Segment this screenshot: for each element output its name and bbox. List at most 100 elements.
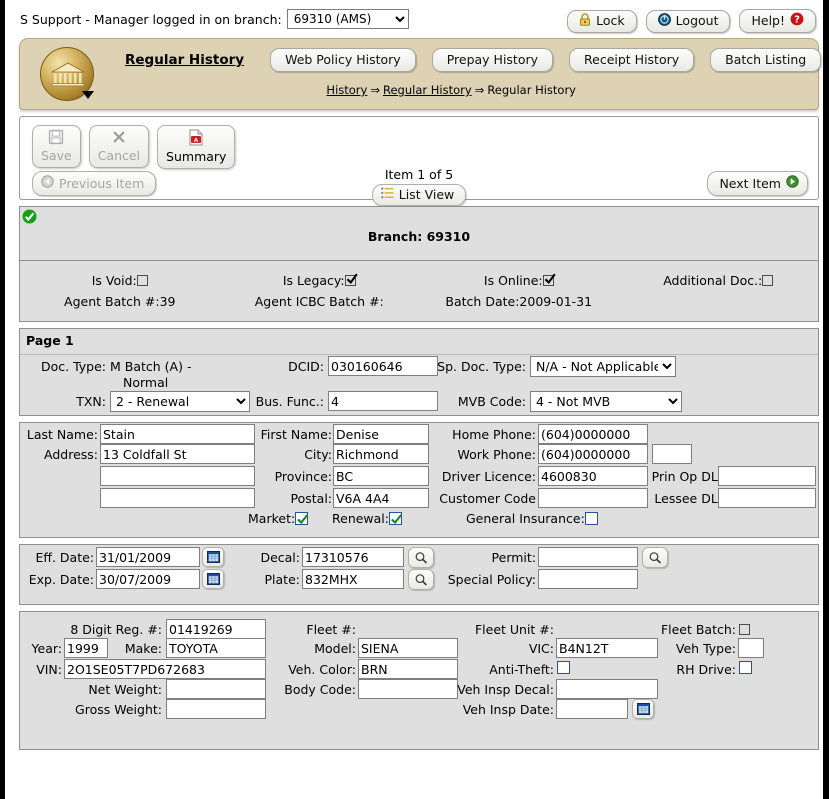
permit-search-button[interactable] <box>642 547 668 568</box>
page1-fields: Doc. Type: M Batch (A) - Normal TXN: 2 -… <box>20 355 818 415</box>
list-view-button[interactable]: List View <box>372 184 467 206</box>
special-policy-label: Special Policy: <box>430 572 536 587</box>
tab-receipt-history[interactable]: Receipt History <box>569 48 694 72</box>
veh-type-label: Veh Type: <box>634 641 736 656</box>
branch-title: Branch: 69310 <box>20 207 818 261</box>
last-name-input[interactable] <box>100 424 255 444</box>
flag-row: Is Void: Is Legacy: Is Online: Additiona… <box>20 261 818 292</box>
reg-number-label: 8 Digit Reg. #: <box>28 622 162 637</box>
permit-input[interactable] <box>538 547 638 567</box>
special-policy-input[interactable] <box>538 569 638 589</box>
item-counter-area: Item 1 of 5 List View <box>20 167 818 206</box>
year-input[interactable] <box>64 638 108 658</box>
address-line2-input[interactable] <box>100 466 255 486</box>
veh-color-input[interactable] <box>358 659 458 679</box>
make-input[interactable] <box>166 638 266 658</box>
bank-building-icon <box>51 61 85 89</box>
gross-weight-input[interactable] <box>166 699 266 719</box>
calendar-icon <box>207 551 220 563</box>
vehicle-fields: 8 Digit Reg. #: Year: Make: VIN: Net Wei… <box>20 612 818 749</box>
city-input[interactable] <box>333 444 429 464</box>
cancel-label: Cancel <box>98 148 140 163</box>
veh-insp-date-input[interactable] <box>556 699 628 719</box>
sp-doc-type-select[interactable]: N/A - Not Applicable <box>530 356 676 377</box>
is-void-checkbox[interactable] <box>137 275 148 286</box>
address-line1-input[interactable] <box>100 444 255 464</box>
tab-regular-history[interactable]: Regular History <box>115 49 254 71</box>
is-online-checkbox[interactable] <box>543 275 554 286</box>
model-input[interactable] <box>358 638 458 658</box>
driver-licence-input[interactable] <box>538 466 648 486</box>
city-label: City: <box>250 447 332 462</box>
is-legacy-field: Is Legacy: <box>220 273 420 288</box>
plate-label: Plate: <box>226 572 300 587</box>
tab-prepay-history[interactable]: Prepay History <box>432 48 553 72</box>
decal-input[interactable] <box>302 547 404 567</box>
breadcrumb-regular-history[interactable]: Regular History <box>383 83 472 97</box>
general-insurance-checkbox[interactable] <box>585 512 598 525</box>
postal-input[interactable] <box>333 488 429 508</box>
branch-select[interactable]: 69310 (AMS) <box>287 9 409 29</box>
work-phone-ext-input[interactable] <box>652 444 692 464</box>
help-button[interactable]: Help! ? <box>739 9 816 33</box>
veh-insp-decal-input[interactable] <box>556 679 658 699</box>
exp-date-calendar-button[interactable] <box>202 569 224 589</box>
save-button[interactable]: Save <box>32 125 81 168</box>
prin-op-dl-input[interactable] <box>718 466 816 486</box>
app-title: S Support - Manager logged in on branch: <box>20 12 282 27</box>
batch-row-spacer <box>619 294 819 309</box>
net-weight-label: Net Weight: <box>28 682 162 697</box>
additional-doc-checkbox[interactable] <box>762 275 773 286</box>
rh-drive-label: RH Drive: <box>634 662 736 677</box>
customer-code-input[interactable] <box>538 488 648 508</box>
net-weight-input[interactable] <box>166 679 266 699</box>
gross-weight-label: Gross Weight: <box>28 702 162 717</box>
fleet-batch-label: Fleet Batch: <box>634 622 736 637</box>
province-input[interactable] <box>333 466 429 486</box>
logout-button[interactable]: Logout <box>646 10 731 33</box>
veh-type-input[interactable] <box>738 638 764 658</box>
market-field: Market: <box>248 511 308 526</box>
customer-section: Last Name: Address: First Name: City: Pr… <box>19 422 819 538</box>
reg-number-input[interactable] <box>166 619 266 639</box>
is-online-label: Is Online: <box>484 273 543 288</box>
logo-dropdown-caret-icon[interactable] <box>82 91 94 99</box>
fleet-batch-checkbox[interactable] <box>739 624 750 635</box>
first-name-input[interactable] <box>333 424 429 444</box>
home-phone-input[interactable] <box>538 424 648 444</box>
breadcrumb-separator-2: ⇒ <box>475 83 485 97</box>
top-bar: S Support - Manager logged in on branch:… <box>10 0 828 38</box>
logo[interactable] <box>40 47 100 103</box>
status-ok-icon <box>22 209 37 224</box>
anti-theft-checkbox[interactable] <box>557 661 570 674</box>
market-checkbox[interactable] <box>295 512 308 525</box>
lock-label: Lock <box>596 13 625 28</box>
is-legacy-label: Is Legacy: <box>283 273 345 288</box>
breadcrumb-history[interactable]: History <box>326 83 367 97</box>
exp-date-input[interactable] <box>96 569 200 589</box>
eff-date-calendar-button[interactable] <box>202 547 224 567</box>
agent-batch-number: Agent Batch #:39 <box>20 294 220 309</box>
cancel-button[interactable]: Cancel <box>89 125 149 168</box>
first-name-label: First Name: <box>250 427 332 442</box>
driver-licence-label: Driver Licence: <box>430 469 536 484</box>
lock-button[interactable]: Lock <box>567 10 637 33</box>
eff-date-input[interactable] <box>96 547 200 567</box>
lessee-dl-input[interactable] <box>718 488 816 508</box>
tab-batch-listing[interactable]: Batch Listing <box>710 48 821 72</box>
veh-insp-date-calendar-button[interactable] <box>632 699 654 719</box>
vin-input[interactable] <box>64 659 266 679</box>
address-line3-input[interactable] <box>100 488 255 508</box>
policy-fields: Eff. Date: Exp. Date: Decal: <box>20 545 818 604</box>
rh-drive-checkbox[interactable] <box>739 661 752 674</box>
postal-label: Postal: <box>250 491 332 506</box>
tab-web-policy-history[interactable]: Web Policy History <box>270 48 416 72</box>
plate-input[interactable] <box>302 569 404 589</box>
work-phone-input[interactable] <box>538 444 648 464</box>
is-legacy-checkbox[interactable] <box>345 275 356 286</box>
power-icon <box>658 13 671 29</box>
mvb-code-select[interactable]: 4 - Not MVB <box>530 391 682 412</box>
summary-button[interactable]: A Summary <box>157 125 235 169</box>
next-item-button[interactable]: Next Item <box>707 171 808 196</box>
renewal-checkbox[interactable] <box>389 512 402 525</box>
